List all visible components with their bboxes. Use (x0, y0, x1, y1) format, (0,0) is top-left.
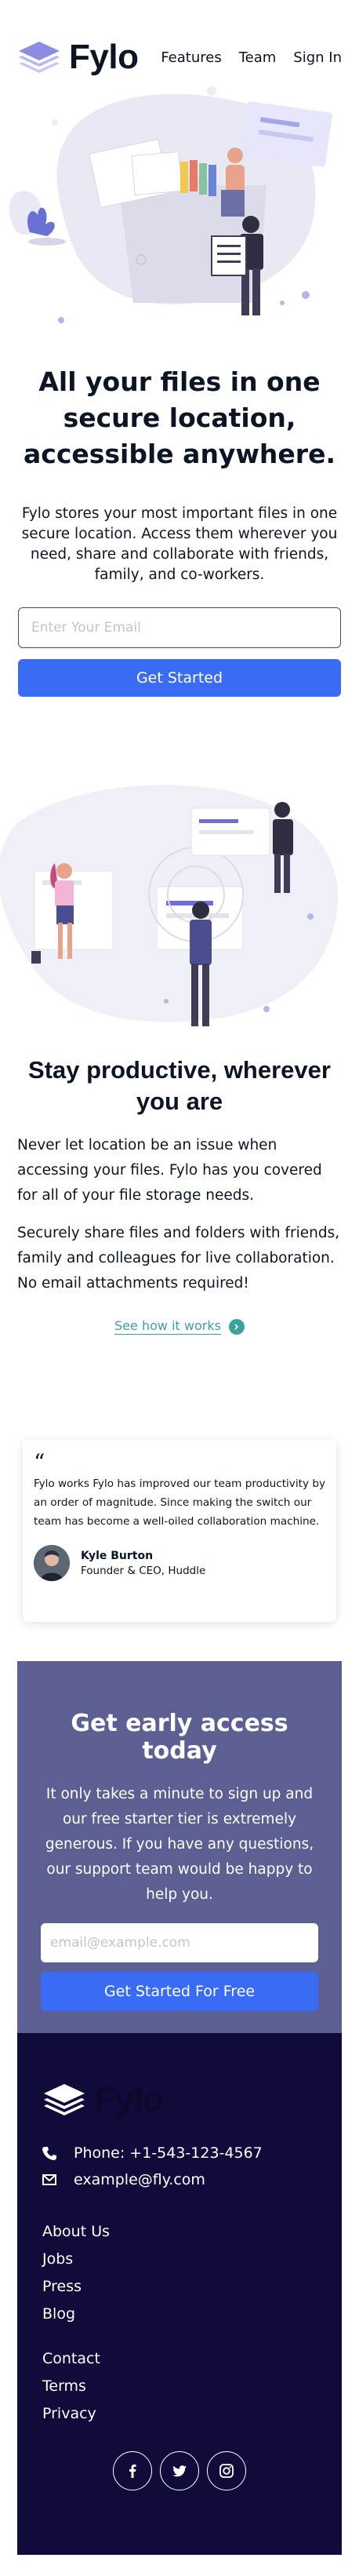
quote-icon: “ (34, 1449, 45, 1475)
footer-link-contact[interactable]: Contact (42, 2345, 317, 2373)
twitter-link[interactable] (160, 2451, 199, 2490)
page: Fylo Features Team Sign In All your file… (0, 0, 359, 2576)
footer-link-press[interactable]: Press (42, 2273, 317, 2301)
email-text: example@fly.com (74, 2171, 205, 2188)
productive-title: Stay productive, wherever you are (28, 1056, 331, 1115)
twitter-icon (172, 2465, 187, 2476)
productive-paragraph-1: Never let location be an issue when acce… (17, 1137, 322, 1204)
footer-link-jobs[interactable]: Jobs (42, 2246, 317, 2273)
site-footer: Fylo Phone: +1-543-123-4567 example@fly.… (17, 2033, 342, 2555)
hero-title: All your files in one secure location, a… (24, 366, 335, 469)
nav-sign-in[interactable]: Sign In (293, 49, 342, 66)
nav-features[interactable]: Features (161, 49, 221, 66)
main-nav: Features Team Sign In (161, 49, 342, 66)
productive-paragraph-2: Securely share files and folders with fr… (17, 1225, 340, 1292)
footer-link-blog[interactable]: Blog (42, 2301, 317, 2328)
early-access-email-input[interactable] (41, 1923, 318, 1962)
get-started-button[interactable]: Get Started (18, 659, 341, 697)
avatar (34, 1545, 70, 1581)
hero-illustration (0, 67, 359, 326)
phone-text: Phone: +1-543-123-4567 (74, 2144, 263, 2162)
hero-description: Fylo stores your most important files in… (21, 505, 338, 583)
footer-links-primary: About Us Jobs Press Blog (42, 2218, 317, 2328)
phone-icon (42, 2147, 56, 2160)
social-links (42, 2451, 317, 2490)
testimonial-author: Kyle Burton Founder & CEO, Huddle (34, 1545, 325, 1581)
early-access-section: Get early access today It only takes a m… (17, 1661, 342, 2033)
see-how-it-works-link[interactable]: See how it works (0, 1318, 359, 1335)
mail-icon (42, 2174, 56, 2185)
footer-link-terms[interactable]: Terms (42, 2373, 317, 2400)
contact-phone: Phone: +1-543-123-4567 (42, 2140, 317, 2166)
instagram-icon (219, 2464, 234, 2478)
productive-illustration (0, 777, 359, 1036)
instagram-link[interactable] (207, 2451, 246, 2490)
footer-link-about-us[interactable]: About Us (42, 2218, 317, 2246)
footer-links-secondary: Contact Terms Privacy (42, 2345, 317, 2428)
footer-logo-icon (44, 2084, 85, 2115)
author-role: Founder & CEO, Huddle (81, 1564, 206, 1577)
arrow-right-icon (228, 1318, 245, 1335)
facebook-link[interactable] (113, 2451, 152, 2490)
testimonial-quote: Fylo works Fylo has improved our team pr… (34, 1477, 326, 1528)
early-access-title: Get early access today (71, 1710, 288, 1765)
footer-logo-text: Fylo (94, 2080, 164, 2119)
testimonial-card: “ Fylo works Fylo has improved our team … (23, 1440, 336, 1622)
see-how-it-works-label: See how it works (114, 1318, 221, 1335)
facebook-icon (129, 2464, 136, 2478)
author-name: Kyle Burton (81, 1549, 154, 1562)
contact-info: Phone: +1-543-123-4567 example@fly.com (42, 2140, 317, 2193)
contact-email: example@fly.com (42, 2166, 317, 2193)
footer-logo[interactable]: Fylo (42, 2080, 317, 2119)
footer-link-privacy[interactable]: Privacy (42, 2400, 317, 2428)
get-started-free-button[interactable]: Get Started For Free (41, 1972, 318, 2011)
nav-team[interactable]: Team (239, 49, 277, 66)
early-access-description: It only takes a minute to sign up and ou… (45, 1786, 314, 1903)
hero-email-input[interactable] (18, 607, 341, 648)
